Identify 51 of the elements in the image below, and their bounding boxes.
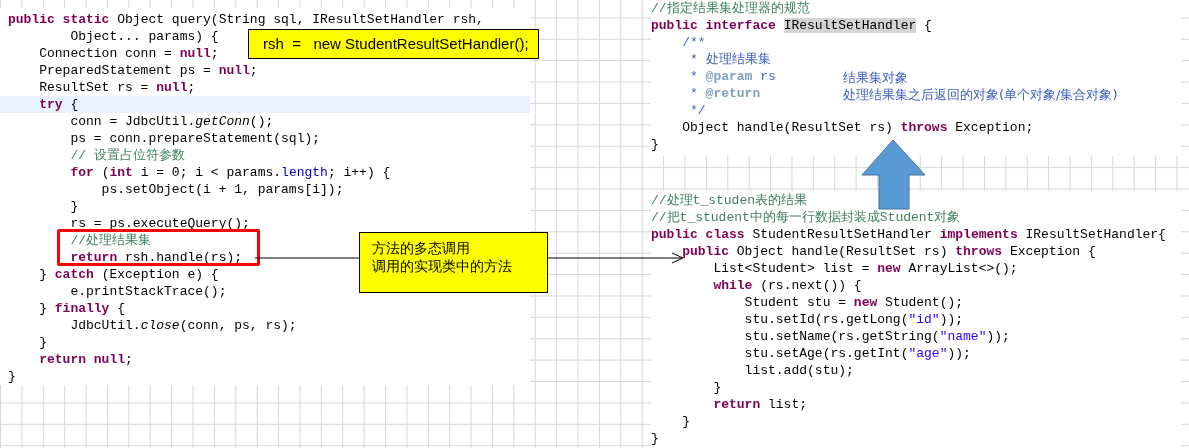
code-line: e.printStackTrace(); [69,283,227,300]
code-line: //处理结果集 [69,232,151,249]
code-line: } [69,198,79,215]
code-line: rs = ps.executeQuery(); [69,215,250,232]
code-line: * @param rs [689,68,776,85]
code-line: List<Student> list = new ArrayList<>(); [712,260,1018,277]
code-line: } [712,379,722,396]
code-line: public Object handle(ResultSet rs) throws Exception { [681,243,1096,260]
code-line: } [651,136,659,153]
code-line: } [651,430,659,447]
code-line: ResultSet rs = null; [38,79,196,96]
code-line: } [38,334,47,351]
doc-note-text: 结果集对象 [843,69,909,86]
code-line: return null; [38,351,133,368]
up-arrow [861,139,926,210]
code-line: ps.setObject(i + 1, params[i]); [100,181,344,198]
code-line: stu.setId(rs.getLong("id")); [743,311,964,328]
code-line: return list; [712,396,808,413]
code-line: //指定结果集处理器的规范 [651,0,810,17]
code-line: /** [681,34,706,51]
code-line: public interface IResultSetHandler { [651,17,932,34]
code-line: } finally { [38,300,126,317]
code-line: for (int i = 0; i < params.length; i++) { [69,164,391,181]
code-line: ps = conn.prepareStatement(sql); [69,130,321,147]
code-line: Object... params) { [69,28,219,45]
note-text: rsh = new StudentResultSetHandler(); [263,35,530,53]
code-line: list.add(stu); [743,362,854,379]
code-line: //把t_student中的每一行数据封装成Student对象 [651,209,961,226]
code-line: PreparedStatement ps = null; [38,62,258,79]
code-line: public class StudentResultSetHandler implements IResultSetHandler{ [651,226,1166,243]
code-line: stu.setAge(rs.getInt("age")); [743,345,971,362]
code-line: // 设置占位符参数 [69,147,185,164]
code-line: public static Object query(String sql, IResultSetHandler rsh, [7,11,484,28]
code-line: * 处理结果集 [689,51,771,68]
code-line: } [681,413,690,430]
code-line: * @return [689,85,761,102]
code-line: Student stu = new Student(); [743,294,964,311]
note-text: 调用的实现类中的方法 [372,257,513,275]
code-line: */ [689,102,706,119]
code-line: conn = JdbcUtil.getConn(); [69,113,274,130]
code-line: JdbcUtil.close(conn, ps, rs); [69,317,297,334]
code-line: //处理t_studen表的结果 [651,192,807,209]
code-line: } catch (Exception e) { [38,266,219,283]
code-line: stu.setName(rs.getString("name")); [743,328,1010,345]
code-line: Object handle(ResultSet rs) throws Exception; [681,119,1034,136]
code-line: } [7,368,16,385]
code-line: Connection conn = null; [38,45,219,62]
code-line: return rsh.handle(rs); [69,249,243,266]
doc-note-text: 处理结果集之后返回的对象(单个对象/集合对象) [843,86,1118,103]
code-line: while (rs.next()) { [712,277,862,294]
note-text: 方法的多态调用 [372,239,471,257]
